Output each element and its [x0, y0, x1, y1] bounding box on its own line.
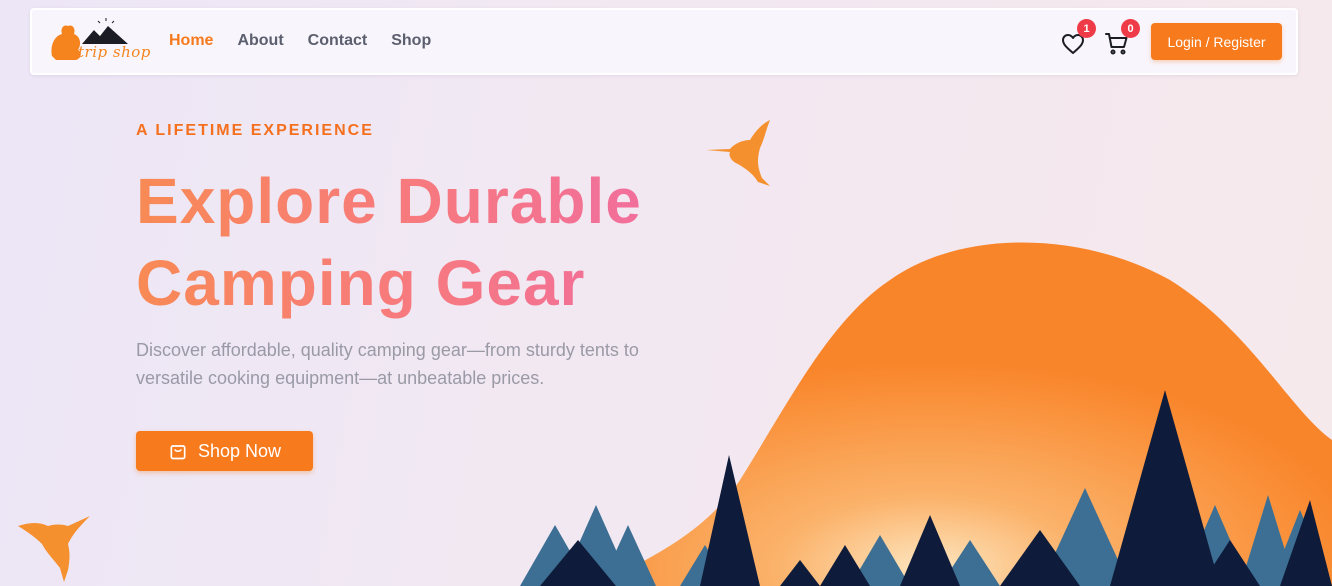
nav-link-about[interactable]: About [237, 32, 283, 50]
nav-link-home[interactable]: Home [169, 32, 213, 50]
login-register-button[interactable]: Login / Register [1151, 23, 1282, 60]
brand-logo[interactable]: trip shop [48, 16, 150, 70]
shopping-bag-icon [170, 445, 186, 460]
logo-text: trip shop [78, 43, 151, 61]
mountain-shape [600, 242, 1332, 586]
cart-count-badge: 0 [1121, 19, 1140, 38]
forest-dark [540, 390, 1332, 586]
top-navbar: trip shop Home About Contact Shop 1 0 Lo… [30, 8, 1298, 75]
hummingbird-icon [18, 516, 90, 582]
wishlist-count-badge: 1 [1077, 19, 1096, 38]
wishlist-button[interactable]: 1 [1061, 19, 1096, 58]
headline-line-2: Camping Gear [136, 247, 586, 319]
cart-button[interactable]: 0 [1105, 19, 1140, 58]
headline-line-1: Explore Durable [136, 165, 642, 237]
hero-headline: Explore Durable Camping Gear [136, 160, 696, 324]
shop-now-label: Shop Now [197, 440, 282, 461]
nav-link-shop[interactable]: Shop [391, 32, 431, 50]
hummingbird-icon [706, 120, 770, 186]
nav-link-contact[interactable]: Contact [308, 32, 368, 50]
hero-description: Discover affordable, quality camping gea… [136, 340, 639, 388]
hero-eyebrow: A LIFETIME EXPERIENCE [136, 122, 374, 139]
shop-now-button[interactable]: Shop Now [136, 431, 313, 471]
forest [520, 488, 1332, 586]
main-nav: Home About Contact Shop [169, 32, 431, 50]
